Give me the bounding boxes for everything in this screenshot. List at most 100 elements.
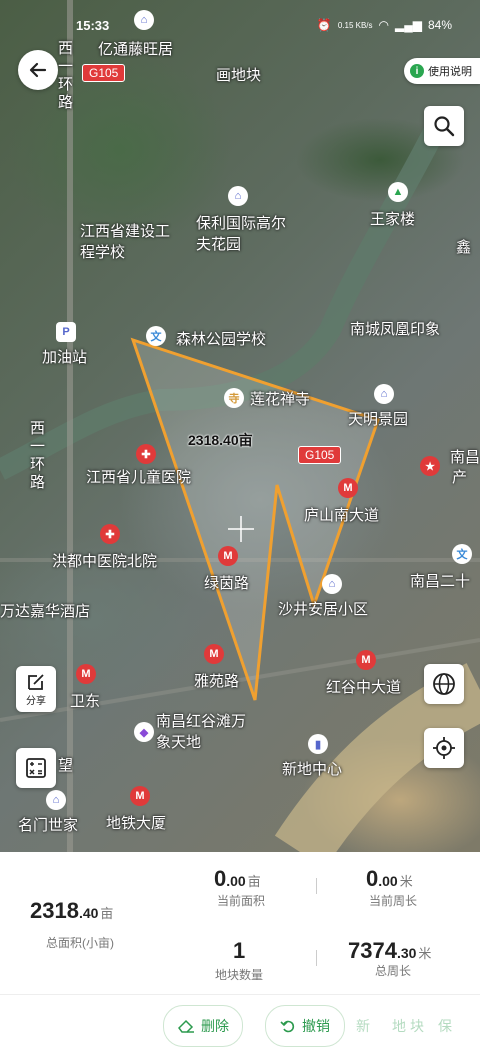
metro-icon: M (204, 644, 224, 664)
undo-icon (280, 1020, 295, 1033)
eraser-icon (178, 1019, 194, 1033)
divider (316, 950, 317, 966)
search-icon (434, 116, 455, 137)
calculator-icon (26, 758, 46, 778)
info-icon: i (410, 64, 424, 78)
help-label: 使用说明 (428, 66, 472, 78)
building-icon: ▮ (308, 734, 328, 754)
map-label: 加油站 (42, 349, 88, 366)
building-icon: ⌂ (46, 790, 66, 810)
layers-button[interactable] (424, 664, 464, 704)
current-perimeter-value: 0.00 米 (366, 866, 413, 891)
edit-icon (28, 673, 44, 690)
map-label: 望 (58, 757, 74, 774)
divider (0, 994, 480, 995)
star-icon: ★ (420, 456, 440, 476)
total-area-label: 总面积(小亩) (46, 936, 114, 950)
map-label: 洪都中医院北院 (52, 553, 158, 570)
building-icon: ⌂ (322, 574, 342, 594)
plot-label: 地 (392, 1018, 406, 1034)
map-label: 森林公园学校 (176, 331, 267, 348)
map-label: 新地中心 (282, 761, 343, 778)
map-label: 绿茵路 (204, 575, 250, 592)
delete-button[interactable]: 删除 (163, 1005, 243, 1047)
undo-button[interactable]: 撤销 (265, 1005, 345, 1047)
map-label: 卫东 (70, 693, 101, 710)
map-label: 江西省儿童医院 (86, 469, 192, 486)
battery-level: 84% (427, 18, 452, 32)
total-area-value: 2318.40 亩 (30, 898, 114, 923)
map-label: 保利国际高尔夫花园 (196, 215, 287, 253)
share-label: 分享 (26, 695, 46, 707)
map-label: 庐山南大道 (304, 507, 380, 524)
map-label: 沙井安居小区 (278, 601, 369, 618)
current-area-value: 0.00 亩 (214, 866, 261, 891)
metro-icon: M (356, 650, 376, 670)
current-area-label: 当前面积 (216, 894, 265, 908)
mountain-icon: ▲ (388, 182, 408, 202)
plot-count-label: 地块数量 (214, 968, 263, 982)
save-button[interactable]: 保 (438, 1016, 452, 1036)
undo-label: 撤销 (302, 1018, 330, 1034)
plot-area-label: 2318.40亩 (188, 432, 253, 448)
wifi-icon: ◠ (378, 18, 389, 32)
search-button[interactable] (424, 106, 464, 146)
share-button[interactable]: 分享 (16, 666, 56, 712)
locate-button[interactable] (424, 728, 464, 768)
back-button[interactable] (18, 50, 58, 90)
map-label: 莲花禅寺 (250, 391, 311, 408)
building-icon: ⌂ (374, 384, 394, 404)
map-label: 名门世家 (18, 817, 79, 834)
satellite-map[interactable]: G105 G105 画地块 亿通藤旺居 西一环路 江西省建设工程学校 保利国际高… (0, 0, 480, 852)
help-button[interactable]: i 使用说明 (404, 58, 480, 84)
shop-icon: ◆ (134, 722, 154, 742)
net-speed: 0.15 KB/s (337, 20, 373, 30)
road-badge: G105 (298, 446, 342, 464)
total-perimeter-label: 总周长 (374, 964, 411, 978)
map-label: 天明景园 (348, 411, 409, 428)
crosshair-icon (228, 516, 254, 542)
parking-icon: P (56, 322, 76, 342)
calculator-button[interactable] (16, 748, 56, 788)
new-plot-button[interactable]: 新 (356, 1016, 370, 1036)
status-time: 15:33 (76, 18, 110, 33)
locate-icon (433, 737, 455, 759)
map-label: 画地块 (216, 67, 262, 84)
map-label: 西一环路 (58, 40, 74, 111)
map-label: 南昌 (450, 449, 480, 466)
map-label: 地铁大厦 (106, 815, 167, 832)
metro-icon: M (218, 546, 238, 566)
road-badge: G105 (82, 64, 126, 82)
map-label: 南昌红谷滩万象天地 (156, 713, 247, 751)
metro-icon: M (130, 786, 150, 806)
map-label: 雅苑路 (194, 673, 240, 690)
plot-label: 块 (410, 1018, 424, 1034)
map-label: 南昌二十 (410, 573, 471, 590)
total-perimeter-value: 7374.30 米 (348, 938, 432, 963)
plot-count-value: 1 (233, 938, 246, 963)
map-label: 红谷中大道 (326, 679, 402, 696)
map-label: 王家楼 (370, 211, 416, 228)
map-label: 西一环路 (30, 420, 46, 491)
map-label: 产 (452, 469, 468, 486)
map-label: 南城凤凰印象 (350, 321, 441, 338)
arrow-left-icon (29, 62, 47, 78)
signal-icon: ▂▄▆ (395, 18, 422, 32)
building-icon: ⌂ (228, 186, 248, 206)
temple-icon: 寺 (224, 388, 244, 408)
divider (316, 878, 317, 894)
hospital-icon: ✚ (136, 444, 156, 464)
globe-icon (433, 673, 455, 695)
delete-label: 删除 (201, 1018, 229, 1034)
map-label: 鑫 (456, 239, 472, 256)
alarm-icon: ⏰ (316, 18, 332, 32)
map-label: 万达嘉华酒店 (0, 603, 91, 620)
hospital-icon: ✚ (100, 524, 120, 544)
metro-icon: M (338, 478, 358, 498)
map-label: 江西省建设工程学校 (80, 223, 171, 261)
status-bar: 15:33 ⏰ 0.15 KB/s ◠ ▂▄▆ 84% (0, 0, 480, 48)
current-perimeter-label: 当前周长 (368, 894, 417, 908)
school-icon: 文 (146, 326, 166, 346)
metro-icon: M (76, 664, 96, 684)
school-icon: 文 (452, 544, 472, 564)
